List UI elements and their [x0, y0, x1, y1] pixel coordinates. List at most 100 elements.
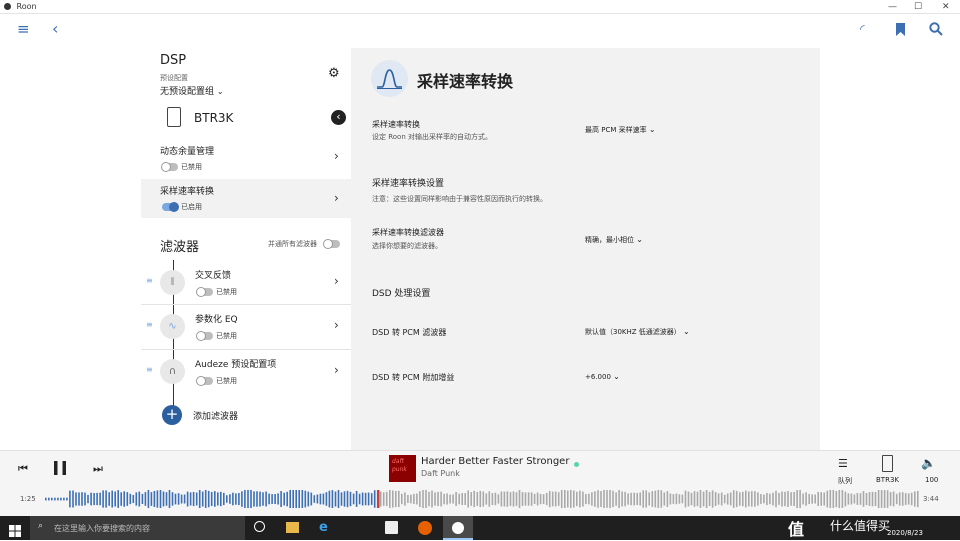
- drag-handle-icon[interactable]: ≡: [146, 320, 153, 329]
- waveform-bar: [560, 490, 563, 508]
- waveform-bar: [392, 490, 394, 508]
- waveform-bar: [72, 490, 74, 508]
- minimize-icon[interactable]: —: [888, 0, 897, 14]
- waveform-bar: [702, 491, 705, 507]
- edge-browser-icon[interactable]: e: [319, 520, 328, 535]
- setting-description: 选择你想要的滤波器。: [372, 242, 442, 250]
- waveform-bar: [398, 490, 400, 508]
- waveform-bar: [594, 491, 596, 507]
- add-filter-button[interactable]: + 添加滤波器: [162, 405, 332, 425]
- roon-taskbar-button[interactable]: [443, 516, 473, 540]
- windows-start-icon[interactable]: [9, 522, 21, 541]
- filter-item[interactable]: ≡ ⦀ 交叉反馈 已禁用 ›: [141, 260, 351, 305]
- drag-handle-icon[interactable]: ≡: [146, 365, 153, 374]
- signal-path-indicator[interactable]: [574, 462, 579, 467]
- firefox-icon[interactable]: [418, 521, 432, 535]
- dsd-gain-dropdown[interactable]: +6.000 ⌄: [585, 372, 620, 381]
- waveform-bar: [564, 490, 566, 508]
- waveform-bar: [325, 492, 328, 506]
- resample-mode-dropdown[interactable]: 最高 PCM 采样速率 ⌄: [585, 125, 656, 135]
- waveform-bar: [687, 491, 690, 507]
- waveform-bar: [307, 491, 310, 507]
- bypass-toggle[interactable]: [323, 239, 340, 249]
- chevron-right-icon: ›: [334, 149, 339, 163]
- dsd-filter-dropdown[interactable]: 默认值（30KHZ 低通滤波器） ⌄: [585, 327, 690, 337]
- waveform-bar: [585, 494, 587, 505]
- eq-curve-icon: ∿: [160, 314, 185, 339]
- resample-toggle[interactable]: [162, 202, 179, 212]
- waveform-bar: [663, 492, 666, 506]
- total-time: 3:44: [923, 495, 939, 503]
- waveform-bar: [247, 490, 249, 508]
- resample-filter-dropdown[interactable]: 精确，最小相位 ⌄: [585, 235, 643, 245]
- bookmark-icon[interactable]: [896, 21, 905, 36]
- headroom-row[interactable]: 动态余量管理 已禁用 ›: [141, 134, 351, 179]
- waveform-bar: [509, 492, 512, 506]
- filter-item[interactable]: ≡ ∿ 参数化 EQ 已禁用 ›: [141, 305, 351, 349]
- waveform-seekbar[interactable]: [45, 490, 920, 508]
- waveform-bar: [639, 492, 641, 506]
- waveform-bar: [63, 497, 65, 501]
- filter-toggle[interactable]: [196, 331, 213, 341]
- resample-row[interactable]: 采样速率转换 已启用 ›: [141, 179, 351, 218]
- track-title[interactable]: Harder Better Faster Stronger: [421, 456, 569, 467]
- queue-label: 队列: [838, 477, 852, 485]
- waveform-bar: [651, 491, 654, 507]
- artist-name[interactable]: Daft Punk: [421, 469, 460, 478]
- waveform-bar: [90, 492, 92, 506]
- preset-dropdown[interactable]: 无预设配置组 ⌄: [160, 84, 224, 97]
- waveform-bar: [609, 490, 611, 508]
- store-icon[interactable]: [385, 521, 398, 534]
- drag-handle-icon[interactable]: ≡: [146, 276, 153, 285]
- waveform-bar: [132, 495, 135, 503]
- waveform-bar: [114, 491, 116, 507]
- volume-icon[interactable]: 🔈: [921, 456, 936, 470]
- waveform-bar: [78, 492, 80, 506]
- next-track-icon[interactable]: ⏭: [93, 462, 103, 476]
- collapse-button[interactable]: ‹: [331, 110, 346, 125]
- task-view-icon[interactable]: [254, 521, 265, 532]
- waveform-bar: [491, 493, 494, 505]
- settings-gear-icon[interactable]: ⚙: [328, 66, 340, 81]
- filter-state: 已禁用: [216, 288, 237, 296]
- menu-icon[interactable]: ≡: [17, 20, 30, 38]
- waveform-bar: [470, 492, 472, 506]
- waveform-bar: [488, 491, 491, 507]
- waveform-bar: [177, 493, 180, 505]
- zone-device-icon[interactable]: [882, 455, 893, 472]
- waveform-bar: [301, 490, 304, 508]
- waveform-bar: [455, 492, 457, 506]
- file-explorer-icon[interactable]: [286, 522, 299, 533]
- section-heading: DSD 处理设置: [372, 289, 431, 299]
- chevron-right-icon: ›: [334, 274, 339, 288]
- waveform-bar: [591, 492, 593, 506]
- queue-icon[interactable]: ☰: [838, 457, 848, 470]
- waveform-bar: [57, 497, 59, 501]
- waveform-bar: [889, 492, 892, 506]
- waveform-bar: [304, 490, 307, 508]
- filter-toggle[interactable]: [196, 376, 213, 386]
- pause-icon[interactable]: [53, 460, 67, 480]
- chevron-right-icon: ›: [334, 363, 339, 377]
- waveform-bar: [289, 490, 291, 508]
- album-art[interactable]: daft punk: [389, 455, 416, 482]
- waveform-bar: [793, 492, 795, 506]
- playhead-marker[interactable]: [378, 490, 380, 508]
- previous-track-icon[interactable]: ⏮: [18, 462, 28, 476]
- taskbar-search-box[interactable]: ⌕ 在这里输入你要搜索的内容: [30, 516, 245, 540]
- back-icon[interactable]: ‹: [52, 19, 58, 38]
- waveform-bar: [482, 491, 485, 507]
- filter-toggle[interactable]: [196, 287, 213, 297]
- waveform-bar: [808, 493, 810, 505]
- waveform-bar: [835, 491, 838, 508]
- filter-item[interactable]: ≡ ∩ Audeze 预设配置项 已禁用 ›: [141, 350, 351, 394]
- waveform-bar: [135, 492, 138, 506]
- waveform-bar: [404, 492, 406, 506]
- waveform-bar: [898, 492, 901, 506]
- headroom-toggle[interactable]: [161, 162, 178, 172]
- waveform-bar: [84, 492, 86, 506]
- close-icon[interactable]: ✕: [942, 0, 950, 14]
- maximize-icon[interactable]: ☐: [914, 0, 922, 14]
- search-icon[interactable]: [929, 21, 943, 40]
- waveform-bar: [781, 491, 783, 507]
